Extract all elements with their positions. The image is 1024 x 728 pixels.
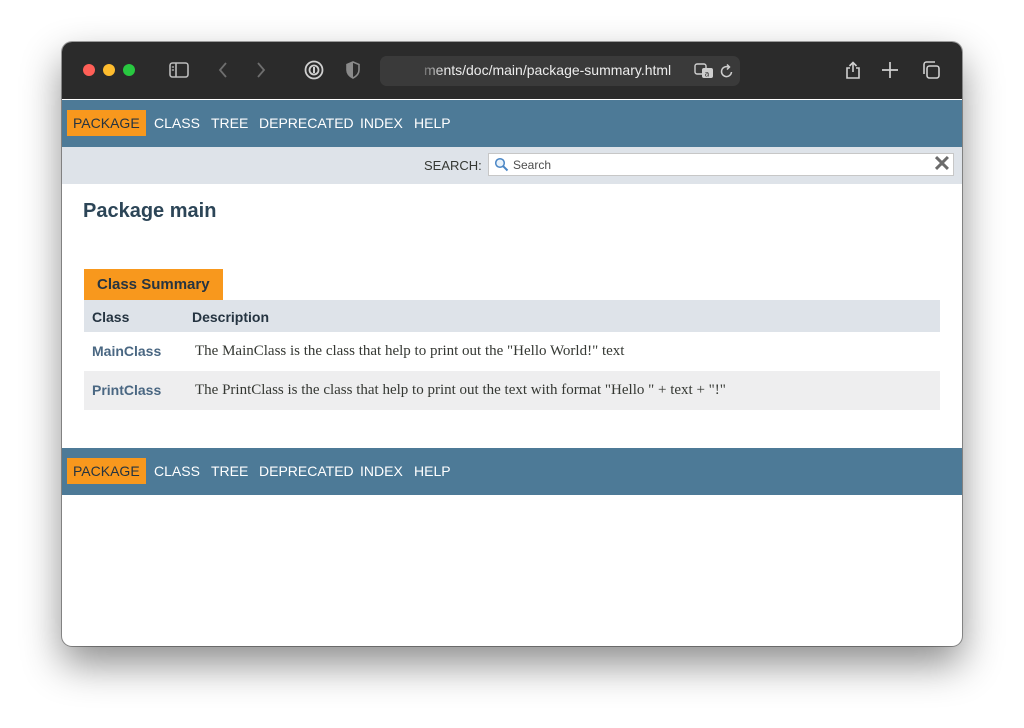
minimize-window-button[interactable] <box>103 64 115 76</box>
svg-text:a: a <box>705 70 710 79</box>
title-bar: ments/doc/main/package-summary.html a <box>62 42 962 99</box>
nav-package: PACKAGE <box>67 110 146 136</box>
nav-index[interactable]: INDEX <box>360 110 403 136</box>
class-link-printclass[interactable]: PrintClass <box>92 382 161 398</box>
back-icon[interactable] <box>216 58 230 82</box>
password-icon[interactable] <box>303 58 325 82</box>
column-header-description: Description <box>192 309 270 325</box>
nav-class[interactable]: CLASS <box>154 458 200 484</box>
column-header-class: Class <box>92 309 130 325</box>
nav-help[interactable]: HELP <box>414 458 451 484</box>
nav-class[interactable]: CLASS <box>154 110 200 136</box>
nav-deprecated[interactable]: DEPRECATED <box>259 458 354 484</box>
nav-index[interactable]: INDEX <box>360 458 403 484</box>
tabs-overview-icon[interactable] <box>920 58 942 82</box>
class-description: The MainClass is the class that help to … <box>195 343 625 359</box>
page-title: Package main <box>83 200 217 222</box>
nav-help[interactable]: HELP <box>414 110 451 136</box>
class-link-mainclass[interactable]: MainClass <box>92 343 161 359</box>
translate-icon[interactable]: a <box>694 62 714 85</box>
share-icon[interactable] <box>843 58 863 82</box>
zoom-window-button[interactable] <box>123 64 135 76</box>
search-label: SEARCH: <box>424 158 482 173</box>
table-row: PrintClass The PrintClass is the class t… <box>84 371 940 410</box>
new-tab-icon[interactable] <box>880 58 900 82</box>
nav-tree[interactable]: TREE <box>211 110 248 136</box>
shield-icon[interactable] <box>344 58 362 82</box>
nav-tree[interactable]: TREE <box>211 458 248 484</box>
table-header: Class Description <box>84 300 940 332</box>
sidebar-icon[interactable] <box>168 58 190 82</box>
top-navbar: PACKAGE CLASS TREE DEPRECATED INDEX HELP <box>62 100 962 147</box>
nav-package: PACKAGE <box>67 458 146 484</box>
browser-window: ments/doc/main/package-summary.html a PA… <box>62 42 962 646</box>
forward-icon[interactable] <box>254 58 268 82</box>
table-row: MainClass The MainClass is the class tha… <box>84 332 940 371</box>
search-field[interactable] <box>488 153 954 176</box>
close-window-button[interactable] <box>83 64 95 76</box>
bottom-navbar: PACKAGE CLASS TREE DEPRECATED INDEX HELP <box>62 448 962 495</box>
search-bar: SEARCH: <box>62 147 962 184</box>
class-summary-caption: Class Summary <box>84 269 223 300</box>
reload-icon[interactable] <box>719 62 735 85</box>
search-input[interactable] <box>513 156 913 173</box>
nav-deprecated[interactable]: DEPRECATED <box>259 110 354 136</box>
class-description: The PrintClass is the class that help to… <box>195 382 726 398</box>
url-text: ments/doc/main/package-summary.html <box>424 62 672 78</box>
close-icon[interactable]: ✕ <box>932 153 952 175</box>
search-icon <box>494 157 509 177</box>
address-bar[interactable]: ments/doc/main/package-summary.html a <box>380 56 740 86</box>
